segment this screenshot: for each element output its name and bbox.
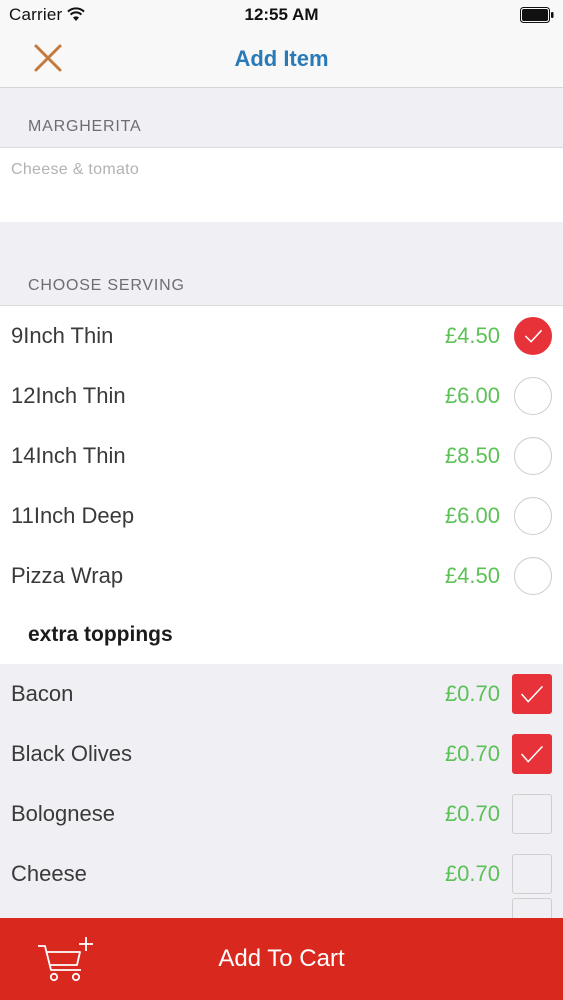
serving-radio[interactable]: [514, 437, 552, 475]
choose-serving-label: CHOOSE SERVING: [28, 277, 185, 294]
serving-radio[interactable]: [514, 557, 552, 595]
topping-price: £0.70: [444, 741, 500, 766]
serving-option-price: £4.50: [444, 323, 500, 348]
add-to-cart-label: Add To Cart: [218, 945, 345, 972]
serving-option-price: £6.00: [444, 383, 500, 408]
topping-checkbox-checked[interactable]: [512, 734, 552, 774]
topping-name: Black Olives: [11, 741, 133, 766]
topping-name: Cheese: [11, 861, 87, 886]
battery-icon: [520, 7, 554, 23]
serving-radio[interactable]: [514, 497, 552, 535]
status-time: 12:55 AM: [244, 5, 319, 24]
serving-option[interactable]: 11Inch Deep £6.00: [0, 486, 563, 546]
serving-option-name: 9Inch Thin: [11, 323, 114, 348]
item-name: MARGHERITA: [28, 118, 142, 135]
status-bar: Carrier 12:55 AM: [0, 0, 563, 30]
serving-option-price: £4.50: [444, 563, 500, 588]
serving-option[interactable]: 9Inch Thin £4.50: [0, 306, 563, 366]
page-title: Add Item: [234, 46, 329, 71]
topping-checkbox[interactable]: [512, 794, 552, 834]
item-description-box: Cheese & tomato: [0, 147, 563, 223]
toppings-list: Bacon £0.70 Black Olives £0.70 Bolognese…: [0, 664, 563, 938]
serving-option-name: 14Inch Thin: [11, 443, 126, 468]
serving-option[interactable]: Pizza Wrap £4.50: [0, 546, 563, 606]
topping-checkbox-checked[interactable]: [512, 674, 552, 714]
item-name-header: MARGHERITA: [0, 88, 563, 147]
topping-price: £0.70: [444, 861, 500, 886]
topping-item[interactable]: Cheese £0.70: [0, 844, 563, 904]
topping-name: Bacon: [11, 681, 74, 706]
serving-option[interactable]: 14Inch Thin £8.50: [0, 426, 563, 486]
serving-option-name: 12Inch Thin: [11, 383, 126, 408]
extra-toppings-title: extra toppings: [28, 623, 173, 646]
topping-price: £0.70: [444, 801, 500, 826]
topping-item[interactable]: Bolognese £0.70: [0, 784, 563, 844]
serving-option-name: 11Inch Deep: [11, 503, 135, 528]
topping-checkbox[interactable]: [512, 854, 552, 894]
serving-options-list: 9Inch Thin £4.50 12Inch Thin £6.00 14Inc…: [0, 305, 563, 605]
topping-name: Bolognese: [11, 801, 115, 826]
serving-option-price: £6.00: [444, 503, 500, 528]
serving-option[interactable]: 12Inch Thin £6.00: [0, 366, 563, 426]
topping-item[interactable]: Bacon £0.70: [0, 664, 563, 724]
checkmark-icon: [520, 685, 544, 703]
extra-toppings-header: extra toppings: [0, 604, 563, 664]
add-to-cart-button[interactable]: Add To Cart: [0, 918, 563, 1000]
topping-item[interactable]: Black Olives £0.70: [0, 724, 563, 784]
serving-header: CHOOSE SERVING: [0, 222, 563, 305]
topping-price: £0.70: [444, 681, 500, 706]
checkmark-icon: [520, 745, 544, 763]
item-description: Cheese & tomato: [11, 161, 140, 178]
nav-bar: Add Item: [0, 30, 563, 88]
add-item-screen: Carrier 12:55 AM Add Item MARGHERITA Che…: [0, 0, 563, 1000]
serving-radio[interactable]: [514, 377, 552, 415]
serving-option-price: £8.50: [444, 443, 500, 468]
serving-option-name: Pizza Wrap: [11, 563, 124, 588]
checkmark-icon: [524, 329, 543, 343]
serving-radio-checked[interactable]: [514, 317, 552, 355]
